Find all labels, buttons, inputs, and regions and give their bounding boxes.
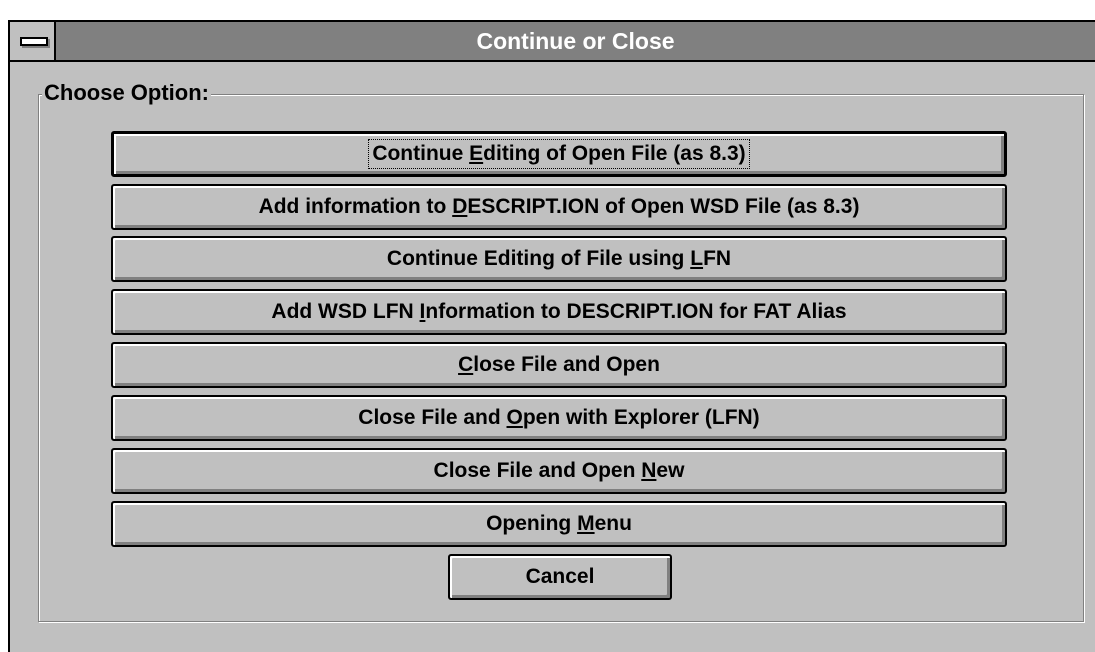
- cancel-button[interactable]: Cancel: [448, 554, 672, 600]
- accelerator-key: C: [458, 353, 474, 376]
- button-label-post: enu: [594, 512, 632, 535]
- dialog-window: Continue or Close Choose Option: Continu…: [8, 20, 1095, 652]
- button-label-pre: Opening: [486, 512, 578, 535]
- group-label: Choose Option:: [42, 79, 211, 107]
- add-wsd-lfn-info-button[interactable]: Add WSD LFN Information to DESCRIPT.ION …: [111, 289, 1007, 335]
- button-label-pre: Close File and: [358, 406, 507, 429]
- accelerator-key: D: [452, 195, 468, 218]
- add-info-descript-button[interactable]: Add information to DESCRIPT.ION of Open …: [111, 184, 1007, 230]
- opening-menu-button[interactable]: Opening Menu: [111, 501, 1007, 547]
- button-label-post: nformation to DESCRIPT.ION for FAT Alias: [425, 300, 847, 323]
- continue-editing-button[interactable]: Continue Editing of Open File (as 8.3): [111, 131, 1007, 177]
- title-bar[interactable]: Continue or Close: [10, 22, 1095, 62]
- cancel-label: Cancel: [525, 565, 595, 588]
- accelerator-key: O: [506, 406, 523, 429]
- accelerator-key: L: [690, 247, 704, 270]
- accelerator-key: M: [577, 512, 595, 535]
- button-label-pre: Continue: [372, 142, 470, 165]
- system-menu-icon: [20, 37, 48, 46]
- continue-editing-lfn-button[interactable]: Continue Editing of File using LFN: [111, 236, 1007, 282]
- button-label-pre: Close File and Open: [433, 459, 642, 482]
- button-label-post: ESCRIPT.ION of Open WSD File (as 8.3): [467, 195, 860, 218]
- accelerator-key: E: [469, 142, 484, 165]
- system-menu-button[interactable]: [10, 22, 56, 60]
- button-label-pre: Add information to: [258, 195, 453, 218]
- button-label-post: diting of Open File (as 8.3): [483, 142, 746, 165]
- accelerator-key: N: [641, 459, 657, 482]
- close-file-open-new-button[interactable]: Close File and Open New: [111, 448, 1007, 494]
- button-label-post: ew: [656, 459, 685, 482]
- focus-rect: Continue Editing of Open File (as 8.3): [368, 139, 750, 169]
- button-label-pre: Add WSD LFN: [271, 300, 420, 323]
- window-title: Continue or Close: [476, 28, 675, 54]
- button-label-post: pen with Explorer (LFN): [522, 406, 760, 429]
- button-label-post: FN: [703, 247, 732, 270]
- button-label-pre: Continue Editing of File using: [386, 247, 691, 270]
- close-file-open-explorer-button[interactable]: Close File and Open with Explorer (LFN): [111, 395, 1007, 441]
- button-label-post: lose File and Open: [473, 353, 660, 376]
- close-file-open-button[interactable]: Close File and Open: [111, 342, 1007, 388]
